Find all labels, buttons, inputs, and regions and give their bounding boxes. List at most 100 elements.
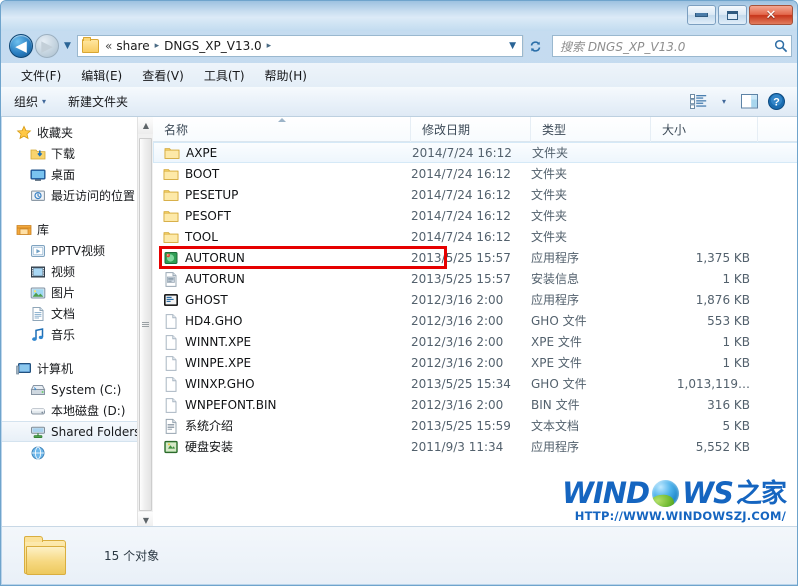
column-header-size[interactable]: 大小 <box>651 117 758 142</box>
nav-item-desktop[interactable]: 桌面 <box>2 164 153 185</box>
file-name-cell[interactable]: WINPE.XPE <box>153 355 411 371</box>
watermark-suffix: 之家 <box>736 481 786 507</box>
file-name-cell[interactable]: AUTORUN <box>153 250 411 266</box>
breadcrumb-overflow[interactable]: « <box>103 39 114 53</box>
refresh-button[interactable] <box>523 35 546 57</box>
maximize-button[interactable] <box>718 5 747 25</box>
view-options-button[interactable] <box>685 91 711 113</box>
column-header-type[interactable]: 类型 <box>531 117 651 142</box>
minimize-button[interactable] <box>687 5 716 25</box>
organize-button[interactable]: 组织 ▾ <box>5 90 55 113</box>
nav-label: 最近访问的位置 <box>51 187 135 204</box>
table-row[interactable]: 系统介绍 2013/5/25 15:59 文本文档 5 KB <box>153 415 798 436</box>
file-name-cell[interactable]: HD4.GHO <box>153 313 411 329</box>
nav-item-documents[interactable]: 文档 <box>2 303 153 324</box>
menu-tools[interactable]: 工具(T) <box>194 65 255 86</box>
file-name-cell[interactable]: 硬盘安装 <box>153 438 411 455</box>
nav-item-network-partial[interactable] <box>2 442 153 463</box>
nav-item-recent-places[interactable]: 最近访问的位置 <box>2 185 153 206</box>
file-date-cell: 2013/5/25 15:34 <box>411 377 531 391</box>
nav-item-video[interactable]: 视频 <box>2 261 153 282</box>
table-row[interactable]: GHOST 2012/3/16 2:00 应用程序 1,876 KB <box>153 289 798 310</box>
nav-group-computer[interactable]: 计算机 <box>2 358 153 379</box>
file-date-cell: 2014/7/24 16:12 <box>411 230 531 244</box>
table-row[interactable]: TOOL 2014/7/24 16:12 文件夹 <box>153 226 798 247</box>
breadcrumb-share[interactable]: share <box>114 39 151 53</box>
table-row[interactable]: WINNT.XPE 2012/3/16 2:00 XPE 文件 1 KB <box>153 331 798 352</box>
nav-item-music[interactable]: 音乐 <box>2 324 153 345</box>
nav-item-downloads[interactable]: 下载 <box>2 143 153 164</box>
menu-edit[interactable]: 编辑(E) <box>71 65 132 86</box>
new-folder-button[interactable]: 新建文件夹 <box>59 90 137 113</box>
menu-view[interactable]: 查看(V) <box>132 65 194 86</box>
table-row[interactable]: PESETUP 2014/7/24 16:12 文件夹 <box>153 184 798 205</box>
file-name-cell[interactable]: 系统介绍 <box>153 417 411 434</box>
search-box[interactable]: 搜索 DNGS_XP_V13.0 <box>552 35 792 57</box>
forward-button[interactable]: ▶ <box>35 34 59 58</box>
file-name-label: AUTORUN <box>185 251 245 265</box>
recent-pages-button[interactable]: ▼ <box>62 41 73 51</box>
nav-item-local-disk-d[interactable]: 本地磁盘 (D:) <box>2 400 153 421</box>
table-row[interactable]: WNPEFONT.BIN 2012/3/16 2:00 BIN 文件 316 K… <box>153 394 798 415</box>
table-row[interactable]: AUTORUN 2013/5/25 15:57 应用程序 1,375 KB <box>153 247 798 268</box>
folder-icon <box>163 166 179 182</box>
file-name-cell[interactable]: WNPEFONT.BIN <box>153 397 411 413</box>
file-name-cell[interactable]: BOOT <box>153 166 411 182</box>
file-name-cell[interactable]: WINXP.GHO <box>153 376 411 392</box>
search-input[interactable]: 搜索 DNGS_XP_V13.0 <box>553 38 771 55</box>
navigation-pane: 收藏夹 下载 <box>2 117 153 529</box>
table-row[interactable]: BOOT 2014/7/24 16:12 文件夹 <box>153 163 798 184</box>
view-dropdown-button[interactable]: ▾ <box>711 91 737 113</box>
menu-file[interactable]: 文件(F) <box>11 65 71 86</box>
scrollbar-thumb[interactable] <box>139 138 152 511</box>
file-name-cell[interactable]: GHOST <box>153 292 411 308</box>
breadcrumb-current-folder[interactable]: DNGS_XP_V13.0 <box>162 39 264 53</box>
file-name-cell[interactable]: WINNT.XPE <box>153 334 411 350</box>
file-name-cell[interactable]: AXPE <box>154 145 412 161</box>
file-name-cell[interactable]: AUTORUN <box>153 271 411 287</box>
nav-item-pictures[interactable]: 图片 <box>2 282 153 303</box>
downloads-icon <box>30 146 46 162</box>
blank-file-icon <box>163 397 179 413</box>
navigation-scrollbar[interactable]: ▲ ▼ <box>137 117 153 529</box>
file-name-cell[interactable]: PESOFT <box>153 208 411 224</box>
close-button[interactable]: ✕ <box>749 5 793 25</box>
file-name-label: AXPE <box>186 146 217 160</box>
menu-help[interactable]: 帮助(H) <box>255 65 317 86</box>
column-header-name[interactable]: 名称 <box>153 117 411 142</box>
table-row[interactable]: 硬盘安装 2011/9/3 11:34 应用程序 5,552 KB <box>153 436 798 457</box>
pictures-icon <box>30 285 46 301</box>
scroll-up-button[interactable]: ▲ <box>138 117 153 134</box>
nav-label: System (C:) <box>51 383 121 397</box>
nav-label: 计算机 <box>37 360 73 377</box>
file-name-cell[interactable]: TOOL <box>153 229 411 245</box>
breadcrumb-separator-icon-2[interactable]: ▸ <box>264 41 275 51</box>
nav-item-system-c[interactable]: System (C:) <box>2 379 153 400</box>
table-row[interactable]: HD4.GHO 2012/3/16 2:00 GHO 文件 553 KB <box>153 310 798 331</box>
help-button[interactable]: ? <box>763 91 789 113</box>
nav-label: 下载 <box>51 145 75 162</box>
table-row[interactable]: AUTORUN 2013/5/25 15:57 安装信息 1 KB <box>153 268 798 289</box>
address-dropdown-icon[interactable]: ▼ <box>503 41 522 51</box>
nav-group-libraries[interactable]: 库 <box>2 219 153 240</box>
address-input[interactable]: « share ▸ DNGS_XP_V13.0 ▸ ▼ <box>77 35 523 57</box>
breadcrumb-separator-icon[interactable]: ▸ <box>152 41 163 51</box>
table-row[interactable]: AXPE 2014/7/24 16:12 文件夹 <box>153 142 798 163</box>
table-row[interactable]: WINPE.XPE 2012/3/16 2:00 XPE 文件 1 KB <box>153 352 798 373</box>
caret-down-icon: ▼ <box>143 516 149 525</box>
file-size-cell: 1,013,119… <box>651 377 758 391</box>
preview-pane-button[interactable] <box>737 91 763 113</box>
nav-group-favorites[interactable]: 收藏夹 <box>2 122 153 143</box>
computer-icon <box>16 361 32 377</box>
back-button[interactable]: ◀ <box>9 34 33 58</box>
nav-item-pptv-video[interactable]: PPTV视频 <box>2 240 153 261</box>
nav-item-shared-folders[interactable]: Shared Folders <box>2 421 153 442</box>
table-row[interactable]: WINXP.GHO 2013/5/25 15:34 GHO 文件 1,013,1… <box>153 373 798 394</box>
column-label: 修改日期 <box>422 121 470 138</box>
table-row[interactable]: PESOFT 2014/7/24 16:12 文件夹 <box>153 205 798 226</box>
blank-file-icon <box>163 376 179 392</box>
file-name-cell[interactable]: PESETUP <box>153 187 411 203</box>
watermark-text-start: WIND <box>562 479 649 508</box>
column-label: 类型 <box>542 121 566 138</box>
column-header-date[interactable]: 修改日期 <box>411 117 531 142</box>
